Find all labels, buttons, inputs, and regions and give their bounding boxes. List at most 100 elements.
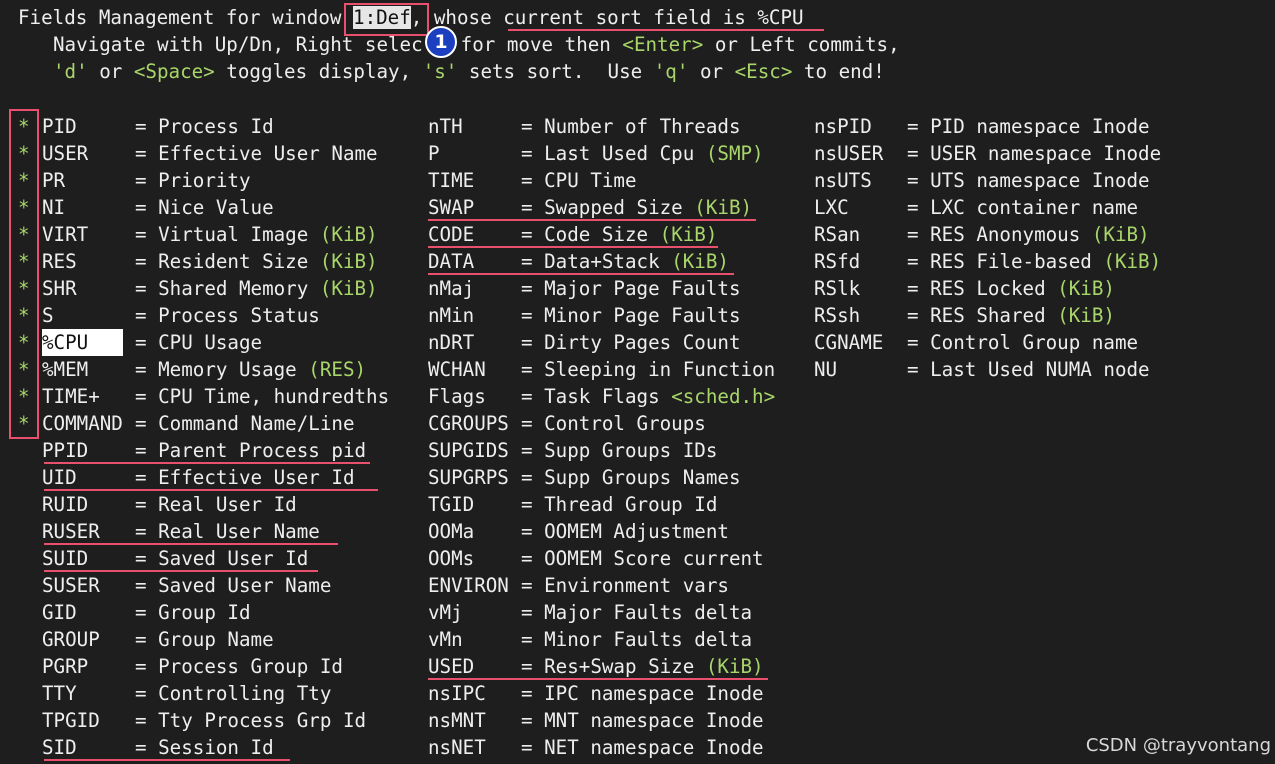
field-key: SID	[42, 736, 77, 759]
unit-text: (KiB)	[319, 277, 378, 300]
equals-sign: =	[521, 358, 545, 381]
displayed-star: *	[18, 358, 30, 381]
field-key: UID	[42, 466, 77, 489]
field-description: = Controlling Tty	[135, 680, 331, 707]
displayed-star: *	[18, 115, 30, 138]
field-key: S	[42, 304, 54, 327]
equals-sign: =	[135, 601, 159, 624]
field-description: = Last Used NUMA node	[907, 356, 1150, 383]
field-description: = RES Shared (KiB)	[907, 302, 1115, 329]
field-description: = NET namespace Inode	[521, 734, 764, 761]
equals-sign: =	[521, 223, 545, 246]
field-description: = Major Page Faults	[521, 275, 741, 302]
step-badge: 1	[425, 26, 457, 58]
equals-sign: =	[521, 196, 545, 219]
field-key: TIME+	[42, 385, 100, 408]
field-description: = OOMEM Adjustment	[521, 518, 729, 545]
equals-sign: =	[135, 439, 159, 462]
equals-sign: =	[907, 115, 931, 138]
unit-text: (KiB)	[319, 250, 378, 273]
unit-text: (KiB)	[694, 196, 753, 219]
field-key: GROUP	[42, 628, 100, 651]
field-description: = Number of Threads	[521, 113, 741, 140]
equals-sign: =	[135, 709, 159, 732]
code-underline	[428, 246, 718, 248]
description-text: Command Name/Line	[158, 412, 355, 435]
description-text: Saved User Name	[158, 574, 332, 597]
equals-sign: =	[135, 412, 159, 435]
description-text: Number of Threads	[544, 115, 741, 138]
equals-sign: =	[521, 709, 545, 732]
equals-sign: =	[135, 520, 159, 543]
description-text: Memory Usage	[158, 358, 309, 381]
description-text: Last Used Cpu	[544, 142, 706, 165]
field-key: VIRT	[42, 223, 89, 246]
description-text: Nice Value	[158, 196, 274, 219]
equals-sign: =	[135, 196, 159, 219]
field-key: NI	[42, 196, 66, 219]
field-description: = Parent Process pid	[135, 437, 366, 464]
unit-text: (SMP)	[705, 142, 764, 165]
equals-sign: =	[135, 493, 159, 516]
description-text: OOMEM Score current	[544, 547, 764, 570]
description-text: Saved User Id	[158, 547, 309, 570]
field-description: = Environment vars	[521, 572, 729, 599]
equals-sign: =	[907, 223, 931, 246]
displayed-star: *	[18, 250, 30, 273]
field-description: = RES File-based (KiB)	[907, 248, 1161, 275]
equals-sign: =	[135, 574, 159, 597]
sort-field-underline	[508, 29, 824, 31]
field-description: = Saved User Id	[135, 545, 308, 572]
field-key: %CPU	[42, 329, 123, 356]
field-key: nsPID	[814, 115, 872, 138]
equals-sign: =	[135, 169, 159, 192]
description-text: Session Id	[158, 736, 274, 759]
equals-sign: =	[135, 736, 159, 759]
field-key: PID	[42, 115, 77, 138]
field-description: = Real User Id	[135, 491, 297, 518]
field-description: = Group Name	[135, 626, 274, 653]
equals-sign: =	[135, 682, 159, 705]
field-key: SUID	[42, 547, 89, 570]
field-key: nTH	[428, 115, 463, 138]
description-text: Parent Process pid	[158, 439, 367, 462]
description-text: MNT namespace Inode	[544, 709, 764, 732]
field-description: = Shared Memory (KiB)	[135, 275, 378, 302]
field-key: CODE	[428, 223, 475, 246]
field-description: = CPU Time	[521, 167, 637, 194]
field-key: vMj	[428, 601, 463, 624]
description-text: Virtual Image	[158, 223, 320, 246]
equals-sign: =	[521, 115, 545, 138]
unit-text: (KiB)	[1103, 250, 1162, 273]
field-key: LXC	[814, 196, 849, 219]
field-key: nsNET	[428, 736, 486, 759]
field-key: vMn	[428, 628, 463, 651]
used-underline	[428, 678, 768, 680]
equals-sign: =	[907, 304, 931, 327]
equals-sign: =	[135, 250, 159, 273]
field-key: RUID	[42, 493, 89, 516]
equals-sign: =	[521, 169, 545, 192]
field-key: nsUTS	[814, 169, 872, 192]
field-description: = IPC namespace Inode	[521, 680, 764, 707]
equals-sign: =	[135, 223, 159, 246]
displayed-star: *	[18, 196, 30, 219]
equals-sign: =	[521, 385, 545, 408]
equals-sign: =	[135, 304, 159, 327]
description-text: Code Size	[544, 223, 660, 246]
data-underline	[428, 273, 734, 275]
description-text: Tty Process Grp Id	[158, 709, 367, 732]
field-description: = RES Locked (KiB)	[907, 275, 1115, 302]
equals-sign: =	[907, 169, 931, 192]
equals-sign: =	[521, 277, 545, 300]
swap-underline	[428, 219, 756, 221]
field-description: = Memory Usage (RES)	[135, 356, 366, 383]
unit-text: (KiB)	[1057, 277, 1115, 300]
equals-sign: =	[521, 520, 545, 543]
field-description: = Control Group name	[907, 329, 1138, 356]
field-description: = CPU Usage	[135, 329, 262, 356]
field-key: RSsh	[814, 304, 861, 327]
field-key: CGNAME	[814, 331, 884, 354]
ruser-underline	[44, 543, 338, 545]
field-description: = Command Name/Line	[135, 410, 355, 437]
